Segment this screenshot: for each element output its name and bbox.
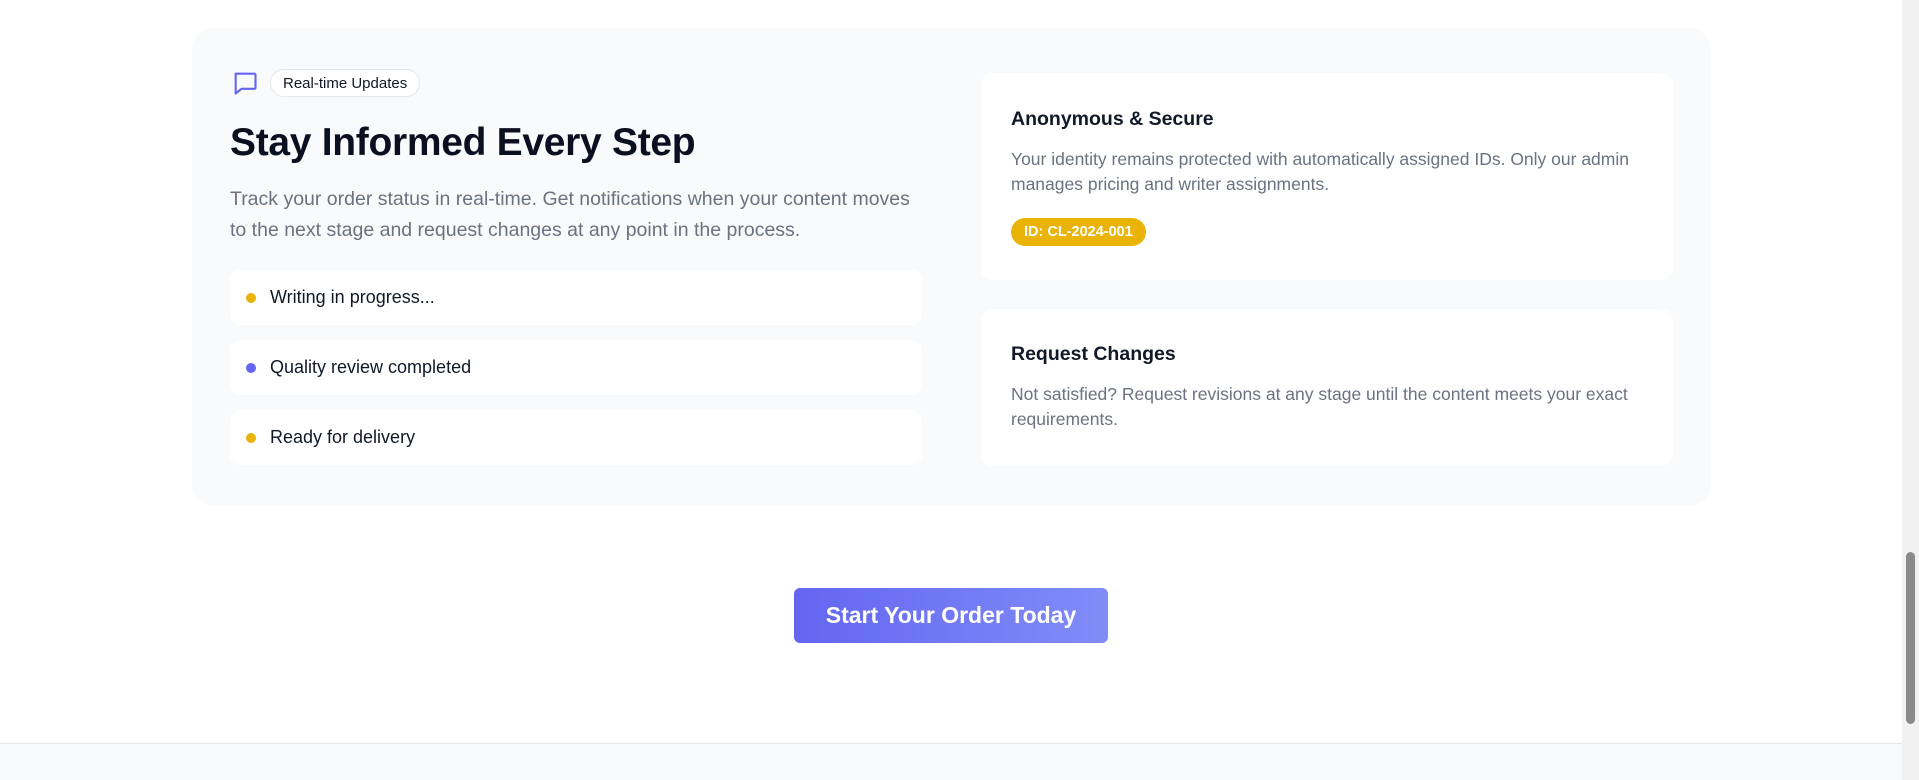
card-title: Request Changes bbox=[1011, 343, 1176, 365]
status-item-review: Quality review completed bbox=[230, 340, 922, 395]
section-headline: Stay Informed Every Step bbox=[230, 121, 696, 164]
status-dot bbox=[246, 292, 256, 303]
section-lead: Track your order status in real-time. Ge… bbox=[230, 188, 910, 241]
start-order-button[interactable]: Start Your Order Today bbox=[794, 588, 1108, 643]
card-text: Not satisfied? Request revisions at any … bbox=[1011, 384, 1628, 429]
status-label: Ready for delivery bbox=[270, 427, 416, 447]
status-dot bbox=[246, 362, 256, 373]
section-badge: Real-time Updates bbox=[270, 69, 421, 97]
status-label: Quality review completed bbox=[270, 357, 472, 377]
realtime-updates-column: Real-time Updates Stay Informed Every St… bbox=[230, 68, 922, 480]
status-list: Writing in progress... Quality review co… bbox=[230, 270, 922, 465]
anonymous-secure-card: Anonymous & Secure Your identity remains… bbox=[981, 73, 1673, 280]
chat-icon bbox=[230, 68, 260, 98]
status-dot bbox=[246, 432, 256, 443]
status-label: Writing in progress... bbox=[270, 287, 435, 307]
status-item-writing: Writing in progress... bbox=[230, 270, 922, 325]
client-id-badge: ID: CL-2024-001 bbox=[1011, 218, 1146, 246]
section-badge-row: Real-time Updates bbox=[230, 68, 922, 98]
card-title: Anonymous & Secure bbox=[1011, 108, 1214, 130]
request-changes-card: Request Changes Not satisfied? Request r… bbox=[981, 309, 1673, 466]
footer bbox=[0, 743, 1902, 780]
card-text: Your identity remains protected with aut… bbox=[1011, 149, 1629, 194]
scrollbar-thumb[interactable] bbox=[1906, 552, 1915, 724]
scrollbar[interactable] bbox=[1902, 0, 1919, 780]
status-item-delivery: Ready for delivery bbox=[230, 410, 922, 465]
